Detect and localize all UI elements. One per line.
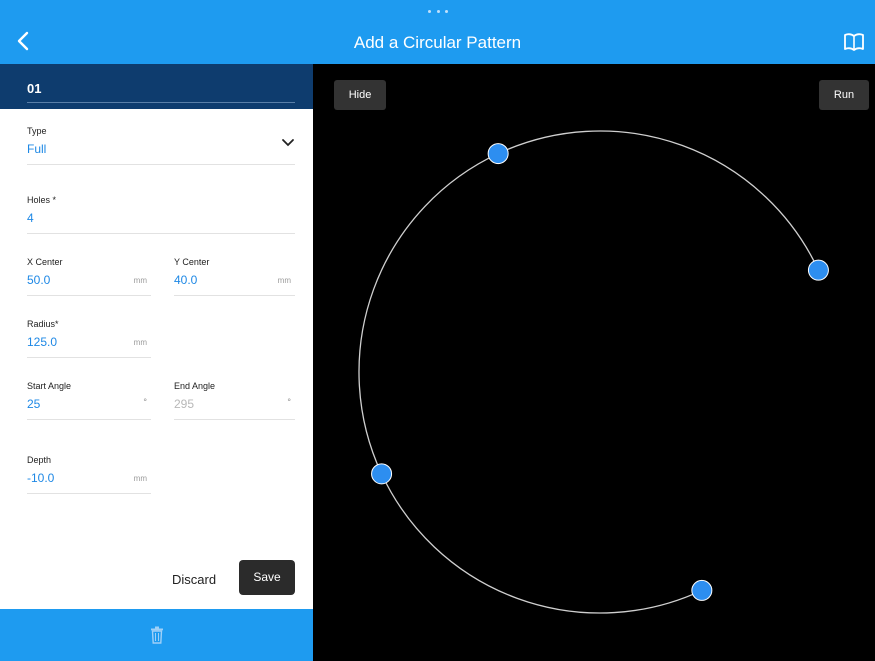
x-center-value: 50.0 [27,273,51,287]
pattern-arc [358,130,820,614]
type-value: Full [27,142,47,156]
chevron-down-icon[interactable] [281,138,295,148]
type-label: Type [27,126,47,136]
depth-underline [27,493,151,494]
end-angle-underline [174,419,295,420]
radius-unit: mm [133,338,147,347]
x-center-unit: mm [133,276,147,285]
hole-marker[interactable] [807,259,829,281]
operation-name-header: 01 [0,64,313,109]
holes-underline [27,233,295,234]
hole-marker[interactable] [487,143,509,165]
start-angle-value: 25 [27,397,41,411]
x-center-field[interactable]: X Center 50.0 mm [27,257,151,297]
discard-button[interactable]: Discard [172,572,216,587]
y-center-field[interactable]: Y Center 40.0 mm [174,257,295,297]
radius-underline [27,357,151,358]
x-center-label: X Center [27,257,63,267]
depth-unit: mm [133,474,147,483]
drag-handle-dots [428,10,448,14]
book-icon[interactable] [843,32,865,52]
pattern-preview-svg [358,130,829,614]
depth-field[interactable]: Depth -10.0 mm [27,455,151,495]
hole-marker[interactable] [691,579,713,601]
operation-name-input[interactable]: 01 [27,81,41,96]
save-button[interactable]: Save [239,560,295,595]
operation-name-underline [27,102,295,103]
type-underline [27,164,295,165]
holes-label: Holes * [27,195,57,205]
radius-label: Radius* [27,319,59,329]
y-center-label: Y Center [174,257,210,267]
radius-value: 125.0 [27,335,58,349]
start-angle-unit: ° [143,397,147,407]
pattern-form-panel: 01 Type Full Holes * 4 X Center 50.0 mm … [0,64,313,609]
holes-value: 4 [27,211,34,225]
radius-field[interactable]: Radius* 125.0 mm [27,319,151,359]
end-angle-field: End Angle 295 ° [174,381,295,421]
hole-marker[interactable] [371,463,393,485]
y-center-value: 40.0 [174,273,198,287]
page-title: Add a Circular Pattern [353,33,522,52]
end-angle-unit: ° [287,397,291,407]
pattern-preview-canvas[interactable]: Hide Run [313,64,875,661]
trash-icon[interactable] [150,626,164,644]
bottom-toolbar [0,609,313,661]
depth-value: -10.0 [27,471,55,485]
y-center-underline [174,295,295,296]
holes-field[interactable]: Holes * 4 [27,195,295,235]
run-button[interactable]: Run [819,80,869,110]
depth-label: Depth [27,455,52,465]
y-center-unit: mm [277,276,291,285]
end-angle-value: 295 [174,397,195,411]
x-center-underline [27,295,151,296]
start-angle-label: Start Angle [27,381,72,391]
hide-button[interactable]: Hide [334,80,386,110]
start-angle-underline [27,419,151,420]
end-angle-label: End Angle [174,381,216,391]
start-angle-field[interactable]: Start Angle 25 ° [27,381,151,421]
type-select[interactable]: Type Full [27,126,295,166]
top-bar: Add a Circular Pattern [0,0,875,64]
